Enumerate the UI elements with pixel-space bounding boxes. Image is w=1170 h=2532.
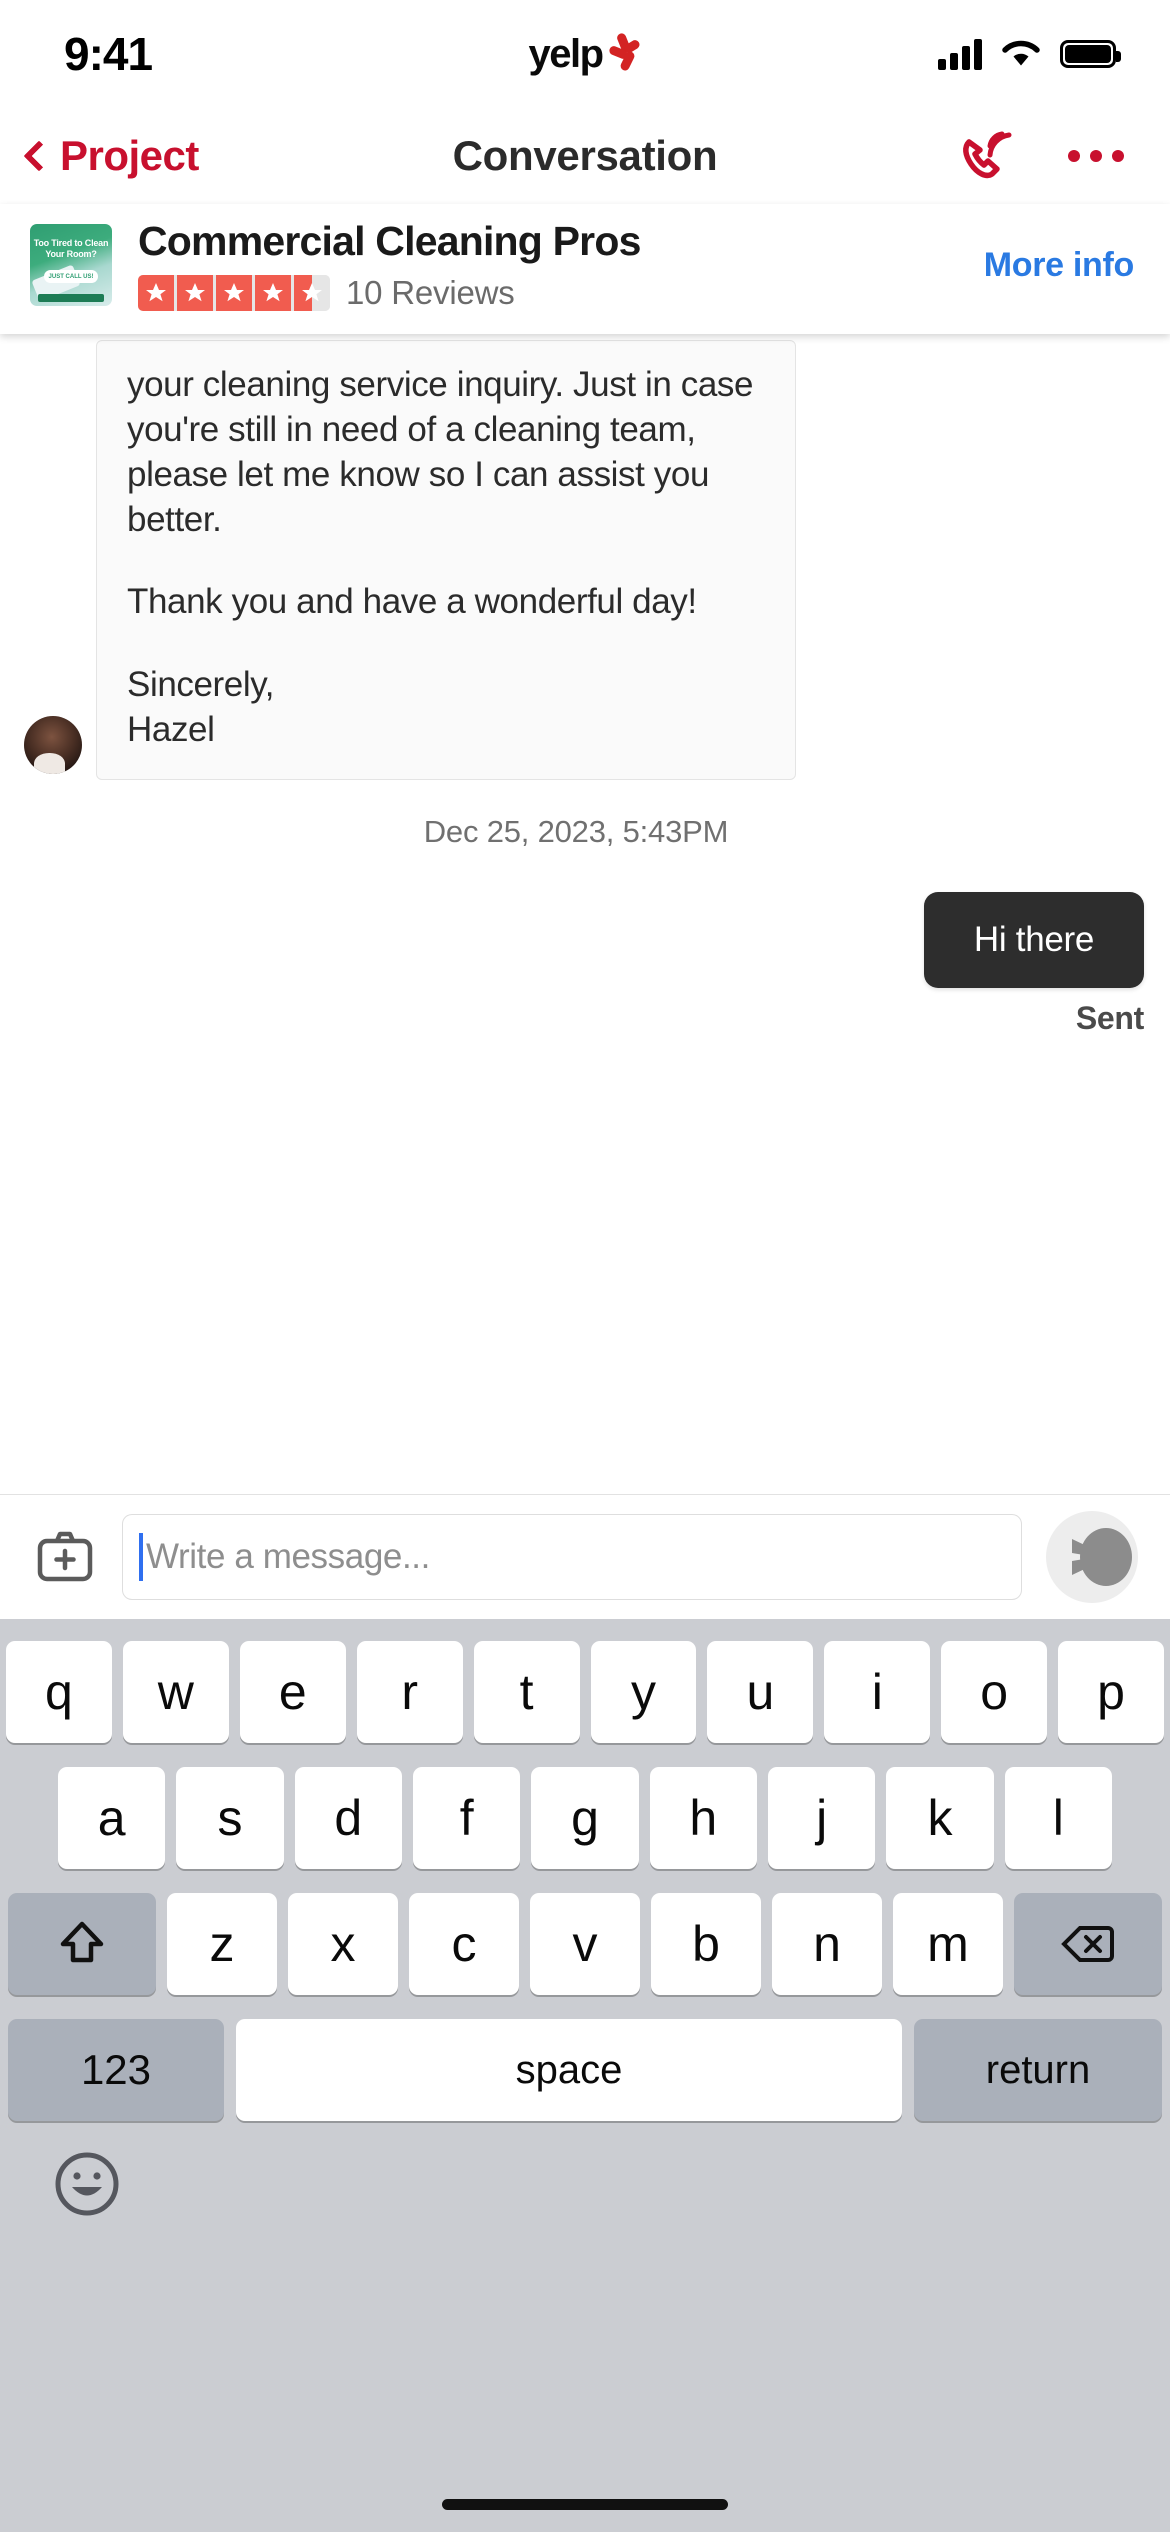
chevron-left-icon <box>23 140 55 172</box>
review-count: 10 Reviews <box>346 274 515 312</box>
outgoing-message-bubble[interactable]: Hi there <box>924 891 1144 988</box>
star-icon <box>138 275 174 312</box>
outgoing-message-row: Hi there <box>0 891 1170 988</box>
key-b[interactable]: b <box>651 1893 761 1995</box>
key-m[interactable]: m <box>893 1893 1003 1995</box>
key-o[interactable]: o <box>941 1641 1048 1743</box>
star-icon <box>177 275 213 312</box>
more-info-link[interactable]: More info <box>984 246 1135 285</box>
business-name: Commercial Cleaning Pros <box>138 218 641 264</box>
camera-add-icon[interactable] <box>32 1524 98 1590</box>
key-s[interactable]: s <box>176 1767 284 1869</box>
key-z[interactable]: z <box>167 1893 277 1995</box>
keyboard-row-1: q w e r t y u i o p <box>0 1641 1170 1743</box>
business-header-card[interactable]: Too Tired to Clean Your Room? JUST CALL U… <box>0 204 1170 335</box>
yelp-burst-icon <box>606 32 642 74</box>
star-icon <box>216 275 252 312</box>
key-n[interactable]: n <box>772 1893 882 1995</box>
key-a[interactable]: a <box>58 1767 166 1869</box>
key-q[interactable]: q <box>5 1641 112 1743</box>
emoji-smiley-icon[interactable] <box>50 2147 124 2221</box>
thumbnail-cta-pill: JUST CALL US! <box>44 270 98 284</box>
keyboard-row-3: z x c v b n m <box>0 1893 1170 1995</box>
navigation-actions <box>956 126 1128 186</box>
backspace-icon <box>1061 1926 1114 1962</box>
back-button-label: Project <box>60 132 199 179</box>
wifi-icon <box>1000 38 1042 70</box>
status-bar: 9:41 yelp <box>0 0 1170 108</box>
star-rating <box>138 275 330 312</box>
message-input-placeholder: Write a message... <box>146 1537 430 1576</box>
business-info: Commercial Cleaning Pros 10 Reviews <box>138 218 958 312</box>
on-screen-keyboard: q w e r t y u i o p a s d f g h j k l z … <box>0 1619 1170 2532</box>
more-options-icon[interactable] <box>1064 140 1128 172</box>
send-icon <box>1072 1539 1110 1575</box>
avatar <box>24 715 82 774</box>
message-paragraph: your cleaning service inquiry. Just in c… <box>127 365 754 539</box>
key-t[interactable]: t <box>473 1641 580 1743</box>
key-r[interactable]: r <box>356 1641 463 1743</box>
backspace-key[interactable] <box>1014 1893 1162 1995</box>
key-j[interactable]: j <box>767 1767 876 1869</box>
key-h[interactable]: h <box>649 1767 757 1869</box>
key-x[interactable]: x <box>288 1893 398 1995</box>
key-y[interactable]: y <box>590 1641 697 1743</box>
keyboard-row-4: 123 space return <box>0 2019 1170 2121</box>
space-key[interactable]: space <box>236 2019 902 2121</box>
business-thumbnail: Too Tired to Clean Your Room? JUST CALL U… <box>30 224 112 307</box>
keyboard-row-2: a s d f g h j k l <box>0 1767 1170 1869</box>
thumbnail-headline: Too Tired to Clean Your Room? <box>33 238 109 260</box>
numbers-key[interactable]: 123 <box>8 2019 224 2121</box>
shift-key[interactable] <box>8 1893 156 1995</box>
key-c[interactable]: c <box>409 1893 519 1995</box>
incoming-message-bubble[interactable]: your cleaning service inquiry. Just in c… <box>96 340 796 780</box>
key-g[interactable]: g <box>531 1767 639 1869</box>
message-timestamp: Dec 25, 2023, 5:43PM <box>423 813 729 849</box>
key-u[interactable]: u <box>707 1641 814 1743</box>
back-button[interactable]: Project <box>23 132 199 180</box>
key-d[interactable]: d <box>294 1767 402 1869</box>
key-i[interactable]: i <box>824 1641 931 1743</box>
text-cursor <box>139 1533 143 1581</box>
cellular-signal-icon <box>938 38 982 70</box>
keyboard-bottom-bar <box>0 2121 1170 2221</box>
battery-icon <box>1060 40 1121 68</box>
key-v[interactable]: v <box>530 1893 640 1995</box>
key-f[interactable]: f <box>413 1767 521 1869</box>
return-key[interactable]: return <box>914 2019 1162 2121</box>
shift-arrow-icon <box>60 1921 104 1963</box>
key-p[interactable]: p <box>1058 1641 1165 1743</box>
star-icon <box>255 275 291 312</box>
message-composer: Write a message... <box>0 1494 1170 1619</box>
message-paragraph: Thank you and have a wonderful day! <box>127 582 697 622</box>
home-indicator <box>442 2499 728 2510</box>
send-button[interactable] <box>1046 1511 1138 1603</box>
message-input[interactable]: Write a message... <box>122 1514 1022 1600</box>
key-e[interactable]: e <box>239 1641 346 1743</box>
incoming-message-row: your cleaning service inquiry. Just in c… <box>0 340 1170 780</box>
key-w[interactable]: w <box>122 1641 229 1743</box>
phone-call-icon[interactable] <box>956 126 1016 186</box>
key-l[interactable]: l <box>1004 1767 1112 1869</box>
message-status: Sent <box>1075 999 1144 1036</box>
conversation-thread: your cleaning service inquiry. Just in c… <box>0 334 1170 1037</box>
thumbnail-footer-bar <box>38 294 104 303</box>
status-bar-indicators <box>938 38 1121 70</box>
yelp-wordmark: yelp <box>528 31 604 76</box>
star-half-icon <box>294 275 330 312</box>
message-signature: Sincerely, Hazel <box>127 665 275 749</box>
key-k[interactable]: k <box>886 1767 994 1869</box>
business-rating: 10 Reviews <box>138 274 958 312</box>
navigation-bar: Project Conversation <box>0 108 1170 204</box>
status-bar-time: 9:41 <box>64 28 153 80</box>
